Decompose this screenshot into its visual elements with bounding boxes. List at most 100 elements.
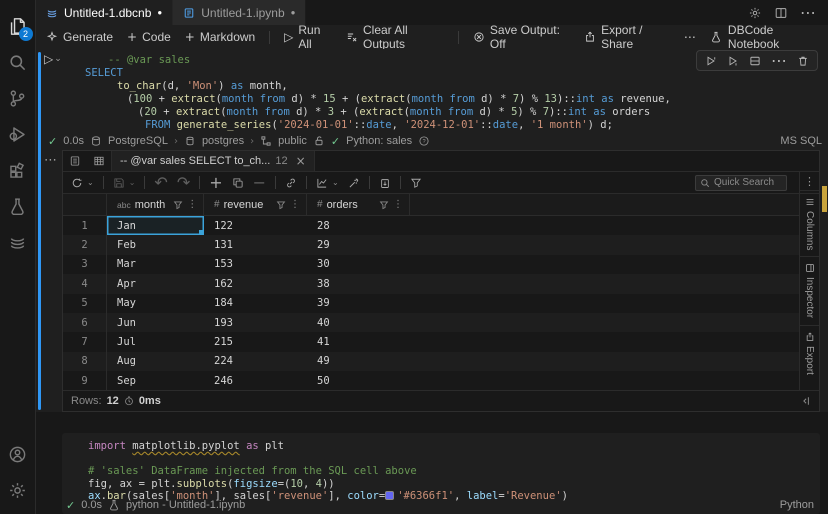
column-header-orders[interactable]: # orders ⋮: [307, 194, 410, 215]
filter-icon[interactable]: [410, 177, 422, 189]
column-menu-icon[interactable]: ⋮: [393, 199, 403, 210]
column-header-month[interactable]: abc month ⋮: [107, 194, 204, 215]
cell[interactable]: Feb: [107, 235, 204, 254]
result-list-view-icon[interactable]: [63, 151, 87, 171]
row-number[interactable]: 8: [63, 352, 107, 371]
run-below-icon[interactable]: [727, 55, 739, 67]
column-filter-icon[interactable]: [276, 200, 286, 210]
duplicate-row-icon[interactable]: [232, 177, 244, 189]
explorer-icon[interactable]: 2: [0, 8, 36, 44]
add-row-icon[interactable]: +: [209, 173, 222, 192]
python-var-status[interactable]: Python: sales: [346, 135, 412, 147]
row-number[interactable]: 2: [63, 235, 107, 254]
cell[interactable]: 28: [307, 216, 410, 235]
tab-untitled-dbcnb[interactable]: Untitled-1.dbcnb ●: [36, 0, 173, 25]
help-icon[interactable]: ?: [418, 135, 430, 147]
delete-row-icon[interactable]: −: [253, 173, 266, 192]
cell[interactable]: 122: [204, 216, 307, 235]
chevron-down-icon[interactable]: ⌄: [332, 178, 339, 187]
notebook-kind[interactable]: DBCode Notebook: [710, 23, 818, 51]
database-panel-icon[interactable]: [0, 224, 36, 260]
language-mode[interactable]: MS SQL: [780, 135, 822, 147]
run-cell-button[interactable]: ▷ ⌄: [44, 52, 62, 66]
cell[interactable]: 40: [307, 313, 410, 332]
row-number[interactable]: 7: [63, 332, 107, 351]
cell[interactable]: 162: [204, 274, 307, 293]
language-mode[interactable]: Python: [780, 499, 814, 511]
table-row[interactable]: 2Feb13129: [63, 235, 799, 254]
cell[interactable]: Apr: [107, 274, 204, 293]
clear-outputs-button[interactable]: Clear All Outputs: [346, 23, 444, 51]
export-share-button[interactable]: Export / Share: [584, 23, 670, 51]
table-row[interactable]: 6Jun19340: [63, 313, 799, 332]
cell[interactable]: 246: [204, 371, 307, 390]
foreign-key-icon[interactable]: [285, 177, 297, 189]
extensions-icon[interactable]: [0, 152, 36, 188]
refresh-icon[interactable]: [71, 177, 83, 189]
cell[interactable]: Jan: [107, 216, 204, 235]
table-row[interactable]: 7Jul21541: [63, 332, 799, 351]
cell[interactable]: 49: [307, 352, 410, 371]
result-grid-view-icon[interactable]: [87, 151, 111, 171]
cell[interactable]: 39: [307, 294, 410, 313]
table-row[interactable]: 1Jan12228: [63, 216, 799, 235]
connection-name[interactable]: PostgreSQL: [108, 135, 168, 147]
table-row[interactable]: 3Mar15330: [63, 255, 799, 274]
cell[interactable]: 193: [204, 313, 307, 332]
side-tab-export[interactable]: Export: [800, 325, 819, 381]
row-number[interactable]: 9: [63, 371, 107, 390]
cell-more-icon[interactable]: ⋯: [771, 51, 787, 70]
redo-icon[interactable]: ↷: [177, 173, 190, 192]
chevron-down-icon[interactable]: ⌄: [129, 178, 136, 187]
account-icon[interactable]: [0, 436, 36, 472]
export-results-icon[interactable]: [379, 177, 391, 189]
cell[interactable]: 29: [307, 235, 410, 254]
cell[interactable]: Sep: [107, 371, 204, 390]
undo-icon[interactable]: ↶: [154, 173, 167, 192]
settings-gear-icon[interactable]: [0, 472, 36, 508]
cell[interactable]: 38: [307, 274, 410, 293]
collapse-panel-icon[interactable]: [799, 395, 811, 407]
quick-search-input[interactable]: [714, 177, 780, 188]
scrollbar-warning-marker[interactable]: [822, 186, 827, 212]
gear-icon[interactable]: [748, 6, 762, 20]
cell[interactable]: 41: [307, 332, 410, 351]
run-debug-icon[interactable]: [0, 116, 36, 152]
results-overflow-icon[interactable]: ⋯: [44, 153, 58, 168]
column-menu-icon[interactable]: ⋮: [187, 199, 197, 210]
save-results-icon[interactable]: [113, 177, 125, 189]
table-row[interactable]: 5May18439: [63, 294, 799, 313]
split-editor-icon[interactable]: [774, 6, 788, 20]
magic-wand-icon[interactable]: [348, 177, 360, 189]
add-code-button[interactable]: + Code: [127, 30, 171, 44]
kernel-name[interactable]: python - Untitled-1.ipynb: [126, 499, 245, 511]
generate-button[interactable]: Generate: [46, 30, 113, 44]
database-name[interactable]: postgres: [202, 135, 244, 147]
row-number[interactable]: 6: [63, 313, 107, 332]
source-control-icon[interactable]: [0, 80, 36, 116]
cell[interactable]: Mar: [107, 255, 204, 274]
cell[interactable]: 153: [204, 255, 307, 274]
side-tab-inspector[interactable]: Inspector: [800, 256, 819, 324]
close-icon[interactable]: ×: [296, 154, 306, 168]
row-number[interactable]: 5: [63, 294, 107, 313]
schema-name[interactable]: public: [278, 135, 307, 147]
row-number[interactable]: 1: [63, 216, 107, 235]
cell[interactable]: 30: [307, 255, 410, 274]
cell[interactable]: 184: [204, 294, 307, 313]
cell[interactable]: 224: [204, 352, 307, 371]
delete-cell-icon[interactable]: [797, 55, 809, 67]
column-header-revenue[interactable]: # revenue ⋮: [204, 194, 307, 215]
run-all-button[interactable]: ▷ Run All: [284, 23, 332, 51]
cell[interactable]: 215: [204, 332, 307, 351]
table-row[interactable]: 8Aug22449: [63, 352, 799, 371]
search-icon[interactable]: [0, 44, 36, 80]
chevron-down-icon[interactable]: ⌄: [87, 178, 94, 187]
result-tab[interactable]: -- @var sales SELECT to_ch... 12 ×: [111, 151, 315, 171]
cell[interactable]: 131: [204, 235, 307, 254]
more-actions-icon[interactable]: ⋯: [800, 3, 816, 22]
cell[interactable]: May: [107, 294, 204, 313]
add-markdown-button[interactable]: + Markdown: [185, 30, 255, 44]
column-filter-icon[interactable]: [379, 200, 389, 210]
side-rail-menu-icon[interactable]: ⋮: [804, 172, 815, 190]
